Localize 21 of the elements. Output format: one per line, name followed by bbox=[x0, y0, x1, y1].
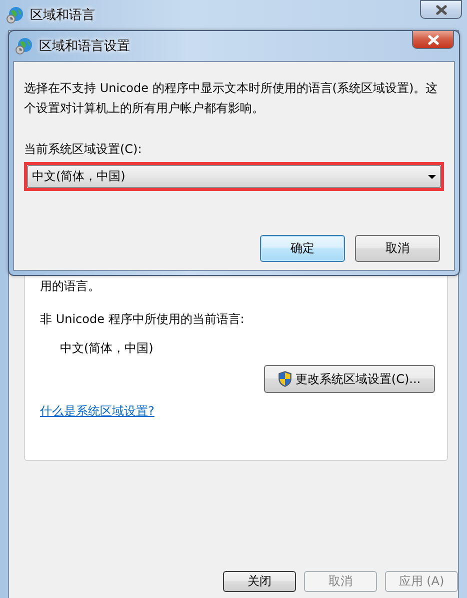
ok-button[interactable]: 确定 bbox=[260, 235, 345, 262]
locale-dropdown[interactable]: 中文(简体，中国) bbox=[27, 165, 441, 188]
field-label: 当前系统区域设置(C): bbox=[24, 141, 143, 158]
dropdown-arrow-icon bbox=[428, 174, 436, 178]
close-button[interactable]: 关闭 bbox=[223, 571, 296, 592]
close-icon bbox=[436, 4, 446, 14]
window-title: 区域和语言 bbox=[30, 7, 95, 24]
close-icon bbox=[428, 34, 438, 44]
help-link[interactable]: 什么是系统区域设置? bbox=[40, 403, 154, 420]
globe-icon bbox=[6, 6, 24, 24]
cancel-button[interactable]: 取消 bbox=[355, 235, 440, 262]
window-title: 区域和语言设置 bbox=[39, 38, 130, 55]
close-button[interactable] bbox=[412, 30, 454, 49]
current-language-text: 中文(简体，中国) bbox=[59, 340, 154, 357]
globe-icon bbox=[15, 37, 33, 55]
description-text: 用的语言。 bbox=[40, 278, 101, 295]
close-button[interactable] bbox=[420, 0, 462, 19]
change-locale-button[interactable]: 更改系统区域设置(C)... bbox=[264, 365, 435, 393]
description-text: 选择在不支持 Unicode 的程序中显示文本时所使用的语言(系统区域设置)。这个设置对计算机上的所有用户帐户都有影响。 bbox=[24, 80, 439, 117]
label-text: 非 Unicode 程序中所使用的当前语言: bbox=[40, 311, 246, 328]
shield-icon bbox=[278, 371, 292, 387]
